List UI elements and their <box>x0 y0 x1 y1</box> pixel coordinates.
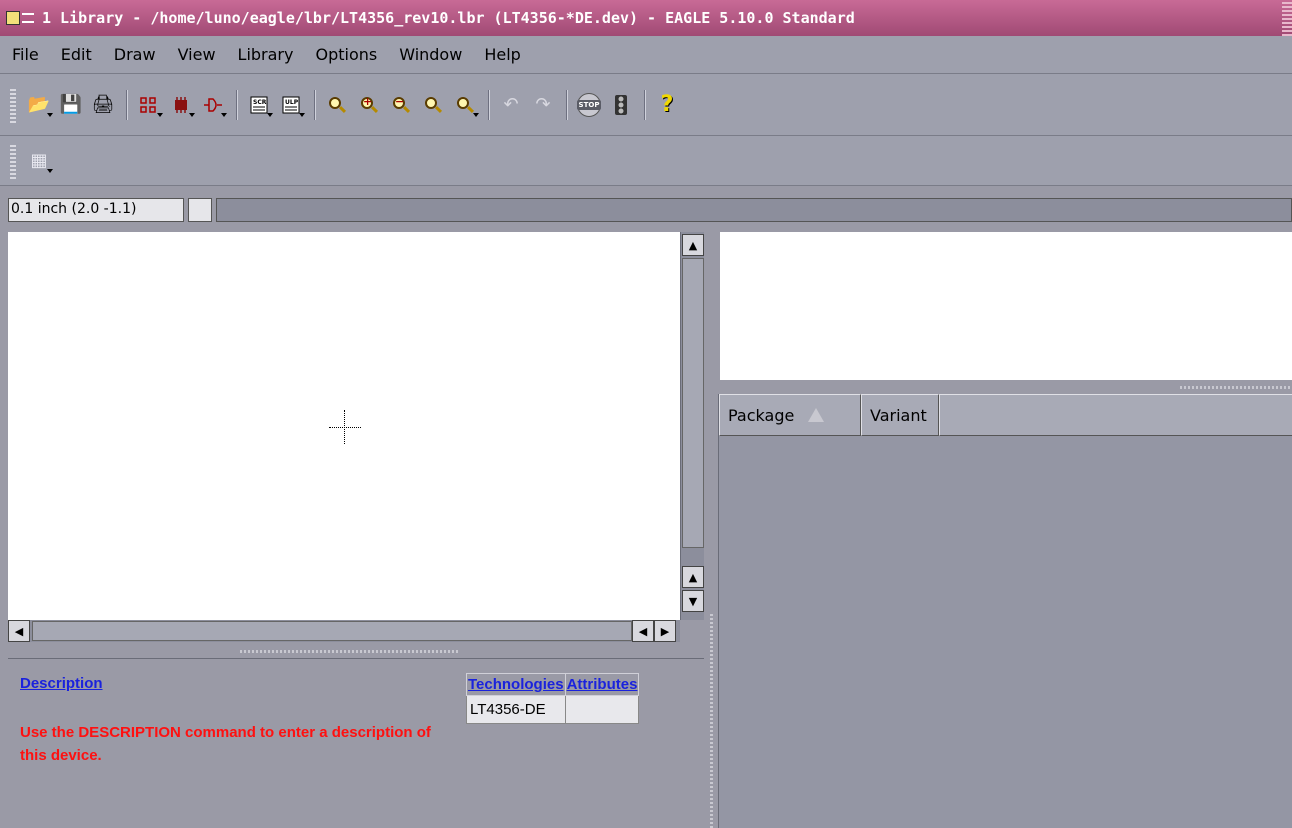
menu-edit[interactable]: Edit <box>61 45 92 64</box>
help-icon: ? <box>660 92 674 117</box>
script-button[interactable]: SCR <box>244 90 274 120</box>
help-button[interactable]: ? <box>652 90 682 120</box>
menu-draw[interactable]: Draw <box>114 45 156 64</box>
zoom-in-icon: + <box>360 95 379 114</box>
zoom-fit-icon <box>328 96 347 114</box>
device-info-panel: Description Use the DESCRIPTION command … <box>8 658 706 828</box>
sort-ascending-icon <box>808 408 825 422</box>
technologies-table: Technologies Attributes LT4356-DE <box>466 673 640 724</box>
variant-column-header[interactable]: Variant <box>861 394 939 436</box>
device-preview <box>720 232 1292 380</box>
traffic-light-icon <box>615 94 627 115</box>
description-text: Use the DESCRIPTION command to enter a d… <box>20 724 431 764</box>
chip-icon <box>175 96 187 113</box>
redraw-icon <box>424 96 443 114</box>
attribute-cell[interactable] <box>564 695 640 724</box>
package-column-header[interactable]: Package <box>719 394 861 436</box>
svg-text:ULP: ULP <box>285 99 299 106</box>
zoom-out-icon: − <box>392 95 411 114</box>
menu-options[interactable]: Options <box>315 45 377 64</box>
command-line-input[interactable] <box>216 198 1292 222</box>
menu-window[interactable]: Window <box>399 45 462 64</box>
origin-crosshair <box>329 427 361 428</box>
main-splitter[interactable] <box>704 232 718 828</box>
parameter-toolbar: ▦ <box>0 136 1292 186</box>
technologies-header-link[interactable]: Technologies <box>466 673 566 696</box>
toolbar-grip[interactable] <box>10 142 16 179</box>
scroll-right-button[interactable]: ▶ <box>654 620 676 642</box>
undo-button[interactable]: ↶ <box>496 90 526 120</box>
attributes-header-link[interactable]: Attributes <box>564 673 640 696</box>
menu-bar: File Edit Draw View Library Options Wind… <box>0 36 1292 74</box>
menu-help[interactable]: Help <box>484 45 520 64</box>
go-button[interactable] <box>606 90 636 120</box>
coordinate-display: 0.1 inch (2.0 -1.1) <box>8 198 184 222</box>
title-bar: 1 Library - /home/luno/eagle/lbr/LT4356_… <box>0 0 1292 36</box>
vertical-scroll-thumb[interactable] <box>682 258 704 548</box>
board-button[interactable] <box>166 90 196 120</box>
empty-column-header <box>939 394 1292 436</box>
table-row[interactable]: LT4356-DE <box>466 695 640 724</box>
origin-crosshair <box>344 410 345 444</box>
toolbar-separator <box>566 89 568 120</box>
status-box <box>188 198 212 222</box>
stop-button[interactable]: STOP <box>574 90 604 120</box>
schematic-icon <box>140 96 156 113</box>
canvas-vertical-scrollbar[interactable]: ▲ ▲ ▼ <box>680 232 704 620</box>
main-toolbar: 📂 💾 🖨 SCR ULP + − ↶ ↷ STOP ? <box>0 74 1292 136</box>
toolbar-separator <box>488 89 490 120</box>
technology-cell[interactable]: LT4356-DE <box>466 695 566 724</box>
toolbar-separator <box>236 89 238 120</box>
scroll-left-button[interactable]: ◀ <box>8 620 30 642</box>
toolbar-separator <box>314 89 316 120</box>
gate-symbol-icon <box>204 97 222 112</box>
schematic-button[interactable] <box>134 90 164 120</box>
scroll-down-button[interactable]: ▼ <box>682 590 704 612</box>
window-title: 1 Library - /home/luno/eagle/lbr/LT4356_… <box>42 9 855 27</box>
eagle-app-icon[interactable] <box>6 9 36 27</box>
toolbar-grip[interactable] <box>10 86 16 123</box>
description-link[interactable]: Description <box>20 675 103 692</box>
redraw-button[interactable] <box>418 90 448 120</box>
splitter-grip[interactable] <box>1180 386 1290 389</box>
scroll-up-button[interactable]: ▲ <box>682 566 704 588</box>
command-row: 0.1 inch (2.0 -1.1) <box>0 186 1292 230</box>
grid-button[interactable]: ▦ <box>24 146 54 176</box>
save-button[interactable]: 💾 <box>56 90 86 120</box>
zoom-select-icon <box>456 96 475 114</box>
menu-library[interactable]: Library <box>238 45 294 64</box>
splitter-grip[interactable] <box>240 650 460 653</box>
horizontal-scroll-thumb[interactable] <box>32 621 632 641</box>
printer-icon: 🖨 <box>91 94 115 115</box>
print-button[interactable]: 🖨 <box>88 90 118 120</box>
ulp-button[interactable]: ULP <box>276 90 306 120</box>
zoom-select-button[interactable] <box>450 90 480 120</box>
redo-icon: ↷ <box>535 94 551 115</box>
zoom-fit-button[interactable] <box>322 90 352 120</box>
canvas-horizontal-scrollbar[interactable]: ◀ ◀ ▶ <box>8 620 680 642</box>
scroll-left-button[interactable]: ◀ <box>632 620 654 642</box>
menu-file[interactable]: File <box>12 45 39 64</box>
symbol-button[interactable] <box>198 90 228 120</box>
package-list[interactable]: Package Variant <box>718 394 1292 828</box>
zoom-out-button[interactable]: − <box>386 90 416 120</box>
save-icon: 💾 <box>59 94 83 115</box>
toolbar-separator <box>644 89 646 120</box>
menu-view[interactable]: View <box>178 45 216 64</box>
grid-icon: ▦ <box>30 150 48 171</box>
scroll-up-button[interactable]: ▲ <box>682 234 704 256</box>
zoom-in-button[interactable]: + <box>354 90 384 120</box>
package-list-header: Package Variant <box>719 394 1292 436</box>
stop-icon: STOP <box>576 92 602 117</box>
title-bar-grip <box>1282 0 1292 36</box>
redo-button[interactable]: ↷ <box>528 90 558 120</box>
undo-icon: ↶ <box>503 94 519 115</box>
script-icon: SCR <box>250 96 268 113</box>
svg-text:SCR: SCR <box>253 99 267 106</box>
toolbar-separator <box>126 89 128 120</box>
open-button[interactable]: 📂 <box>24 90 54 120</box>
ulp-icon: ULP <box>282 96 300 113</box>
